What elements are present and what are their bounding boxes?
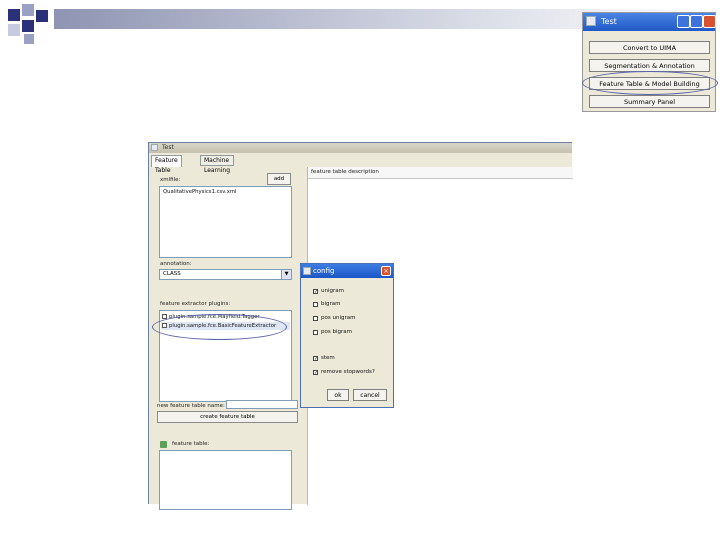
new-table-label: new feature table name: xyxy=(157,403,225,409)
checkbox[interactable]: ✓ xyxy=(313,289,318,295)
tool-window: Test Convert to UIMA Segmentation & Anno… xyxy=(582,12,718,112)
main-window-title: Test xyxy=(162,144,174,151)
option-pos-bigram[interactable]: pos bigram xyxy=(313,329,352,336)
tool-window-title: Test xyxy=(601,17,617,26)
convert-to-uima-button[interactable]: Convert to UIMA xyxy=(589,41,710,54)
summary-panel-button[interactable]: Summary Panel xyxy=(589,95,710,108)
deco-square xyxy=(8,9,20,21)
close-icon[interactable] xyxy=(703,15,716,28)
annotation-select[interactable]: CLASS ▼ xyxy=(159,269,292,280)
chevron-down-icon[interactable]: ▼ xyxy=(281,270,291,279)
annotation-label: annotation: xyxy=(160,261,192,267)
cancel-button[interactable]: cancel xyxy=(353,389,387,401)
create-feature-table-button[interactable]: create feature table xyxy=(157,411,298,423)
config-dialog-titlebar: config × xyxy=(301,264,393,278)
option-bigram[interactable]: bigram xyxy=(313,301,341,308)
ok-button[interactable]: ok xyxy=(327,389,349,401)
checkbox[interactable] xyxy=(313,302,318,307)
option-label: pos bigram xyxy=(321,329,352,335)
feature-table-list[interactable] xyxy=(159,450,292,510)
deco-square xyxy=(22,20,34,32)
option-label: unigram xyxy=(321,288,344,294)
feature-table-label: feature table: xyxy=(172,441,210,447)
deco-square xyxy=(36,10,48,22)
option-label: remove stopwords? xyxy=(321,369,375,375)
app-icon xyxy=(586,16,596,26)
minimize-icon[interactable] xyxy=(677,15,690,28)
feature-table-icon xyxy=(160,441,167,448)
app-icon xyxy=(303,267,311,275)
tab-feature-table[interactable]: Feature Table xyxy=(151,155,182,174)
deco-square xyxy=(22,4,34,16)
xmlfile-list[interactable]: QualitativePhysics1.csv.xml xyxy=(159,186,292,258)
option-remove-stopwords[interactable]: ✓ remove stopwords? xyxy=(313,369,375,376)
app-icon xyxy=(151,144,158,151)
highlight-ellipse xyxy=(152,314,287,340)
highlight-ellipse xyxy=(582,71,718,95)
close-icon[interactable]: × xyxy=(381,266,391,276)
tab-machine-learning[interactable]: Machine Learning xyxy=(200,155,235,174)
maximize-icon[interactable] xyxy=(690,15,703,28)
checkbox[interactable]: ✓ xyxy=(313,356,318,362)
config-dialog: config × ✓ unigram bigram pos unigram po… xyxy=(300,263,394,408)
option-label: bigram xyxy=(321,301,341,307)
config-dialog-title: config xyxy=(313,267,335,275)
list-item[interactable]: QualitativePhysics1.csv.xml xyxy=(161,188,290,196)
checkbox[interactable]: ✓ xyxy=(313,370,318,376)
left-panel: xmlfile: add QualitativePhysics1.csv.xml… xyxy=(152,167,300,510)
description-header: feature table description xyxy=(308,167,573,179)
tool-window-titlebar: Test xyxy=(583,13,716,31)
option-label: stem xyxy=(321,355,335,361)
checkbox[interactable] xyxy=(313,316,318,321)
deco-square xyxy=(8,24,20,36)
new-table-name-input[interactable] xyxy=(226,400,298,409)
main-window-titlebar: Test xyxy=(149,143,572,153)
option-pos-unigram[interactable]: pos unigram xyxy=(313,315,355,322)
option-label: pos unigram xyxy=(321,315,356,321)
plugins-label: feature extractor plugins: xyxy=(160,301,231,307)
option-stem[interactable]: ✓ stem xyxy=(313,355,335,362)
xmlfile-label: xmlfile: xyxy=(160,177,181,183)
add-button[interactable]: add xyxy=(267,173,291,185)
annotation-value: CLASS xyxy=(163,271,181,277)
deco-square xyxy=(24,34,34,44)
checkbox[interactable] xyxy=(313,330,318,335)
option-unigram[interactable]: ✓ unigram xyxy=(313,288,344,295)
